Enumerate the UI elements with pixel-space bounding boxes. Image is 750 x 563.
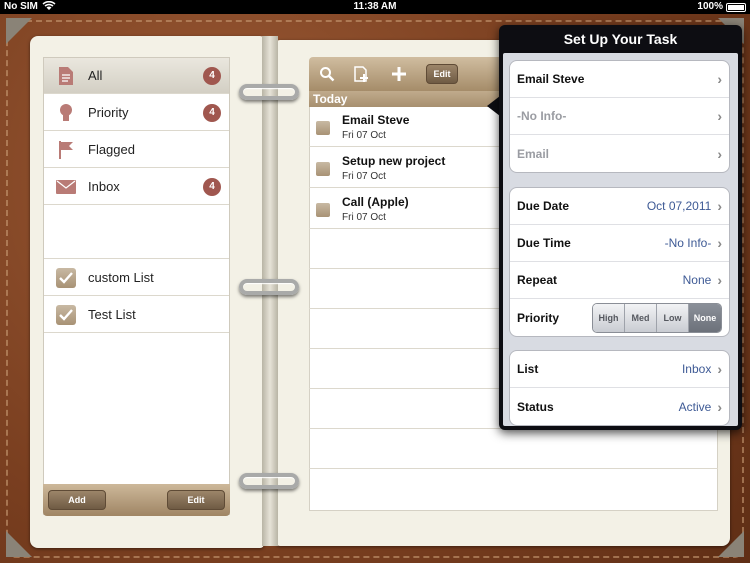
search-icon[interactable] xyxy=(317,64,337,84)
list-cell[interactable]: List Inbox › xyxy=(510,351,729,388)
binder-ring xyxy=(239,279,299,295)
add-note-icon[interactable] xyxy=(351,64,371,84)
chevron-right-icon: › xyxy=(717,272,722,288)
count-badge: 4 xyxy=(203,66,221,85)
chevron-right-icon: › xyxy=(717,108,722,124)
task-schedule-group: Due Date Oct 07,2011 › Due Time -No Info… xyxy=(509,187,730,337)
status-cell[interactable]: Status Active › xyxy=(510,388,729,425)
task-name-cell[interactable]: Email Steve › xyxy=(510,61,729,98)
chevron-right-icon: › xyxy=(717,71,722,87)
chevron-right-icon: › xyxy=(717,361,722,377)
clock: 11:38 AM xyxy=(353,1,397,12)
list-spacer xyxy=(44,205,229,259)
task-info-group: Email Steve › -No Info- › Email › xyxy=(509,60,730,173)
binder-ring xyxy=(239,473,299,489)
task-notes-placeholder: -No Info- xyxy=(517,109,567,123)
count-badge: 4 xyxy=(203,177,221,196)
list-item-priority[interactable]: Priority 4 xyxy=(44,95,229,131)
due-date-value: Oct 07,2011 xyxy=(646,199,712,213)
popover-title: Set Up Your Task xyxy=(563,31,678,47)
task-name-value: Email Steve xyxy=(517,72,585,86)
section-header-today: Today xyxy=(309,91,517,107)
priority-none-segment[interactable]: None xyxy=(689,303,721,332)
list-item-custom-list[interactable]: custom List xyxy=(44,260,229,296)
priority-segmented-control: High Med Low None xyxy=(592,302,722,333)
due-time-label: Due Time xyxy=(517,236,571,250)
priority-cell: Priority High Med Low None xyxy=(510,299,729,336)
list-item-test-list[interactable]: Test List xyxy=(44,297,229,333)
document-icon xyxy=(44,66,88,86)
task-checkbox[interactable] xyxy=(316,162,330,176)
task-notes-cell[interactable]: -No Info- › xyxy=(510,98,729,135)
add-task-icon[interactable] xyxy=(389,64,409,84)
chevron-right-icon: › xyxy=(717,145,722,162)
status-label: Status xyxy=(517,399,554,414)
list-item-label: Flagged xyxy=(88,142,135,157)
lists-footer-toolbar: Add Edit xyxy=(43,484,230,516)
due-time-cell[interactable]: Due Time -No Info- › xyxy=(510,225,729,262)
task-date: Fri 07 Oct xyxy=(342,130,386,141)
task-name: Email Steve xyxy=(342,113,410,127)
checkmark-icon xyxy=(56,267,76,288)
list-item-label: Test List xyxy=(88,307,136,322)
list-item-label: Priority xyxy=(88,105,129,120)
list-item-inbox[interactable]: Inbox 4 xyxy=(44,169,229,205)
binder-ring xyxy=(239,84,299,100)
due-date-cell[interactable]: Due Date Oct 07,2011 › xyxy=(510,188,729,225)
lightbulb-icon xyxy=(44,103,88,123)
priority-low-segment[interactable]: Low xyxy=(657,303,689,332)
chevron-right-icon: › xyxy=(717,198,722,214)
chevron-right-icon: › xyxy=(717,235,722,251)
add-list-button[interactable]: Add xyxy=(48,490,106,510)
status-bar: No SIM 11:38 AM 100% xyxy=(0,0,750,14)
task-checkbox[interactable] xyxy=(316,121,330,135)
task-name: Setup new project xyxy=(342,154,446,168)
priority-high-segment[interactable]: High xyxy=(593,303,625,332)
task-date: Fri 07 Oct xyxy=(342,171,386,182)
list-item-label: All xyxy=(88,68,103,83)
popover-body: Email Steve › -No Info- › Email › Due Da… xyxy=(503,53,738,426)
task-email-placeholder: Email xyxy=(517,146,550,161)
task-checkbox[interactable] xyxy=(316,203,330,217)
tasks-toolbar: Edit xyxy=(309,57,517,91)
repeat-value: None xyxy=(682,273,712,287)
chevron-right-icon: › xyxy=(717,398,722,415)
list-label: List xyxy=(517,362,539,376)
ruled-line xyxy=(309,468,718,469)
envelope-icon xyxy=(44,179,88,194)
priority-label: Priority xyxy=(517,310,560,325)
edit-lists-button[interactable]: Edit xyxy=(167,490,225,510)
repeat-label: Repeat xyxy=(517,273,558,287)
priority-med-segment[interactable]: Med xyxy=(625,303,657,332)
list-value: Inbox xyxy=(681,362,712,376)
repeat-cell[interactable]: Repeat None › xyxy=(510,262,729,299)
battery-percent: 100% xyxy=(697,1,723,12)
list-item-flagged[interactable]: Flagged xyxy=(44,132,229,168)
checkmark-icon xyxy=(56,304,76,325)
list-item-label: custom List xyxy=(88,270,154,285)
due-date-label: Due Date xyxy=(517,199,570,213)
edit-tasks-button[interactable]: Edit xyxy=(426,64,458,84)
task-list-group: List Inbox › Status Active › xyxy=(509,350,730,426)
task-email-cell[interactable]: Email › xyxy=(510,135,729,172)
list-item-all[interactable]: All 4 xyxy=(44,58,229,94)
list-item-label: Inbox xyxy=(88,179,120,194)
task-date: Fri 07 Oct xyxy=(342,212,386,223)
battery-icon xyxy=(726,3,746,12)
task-name: Call (Apple) xyxy=(342,195,409,209)
task-setup-popover: Set Up Your Task Email Steve › -No Info-… xyxy=(499,25,742,430)
count-badge: 4 xyxy=(203,103,221,122)
due-time-value: -No Info- xyxy=(664,236,712,250)
flag-icon xyxy=(44,140,88,160)
lists-panel: All 4 Priority 4 Flagged Inbox 4 custom … xyxy=(43,57,230,515)
status-value: Active xyxy=(678,399,712,414)
